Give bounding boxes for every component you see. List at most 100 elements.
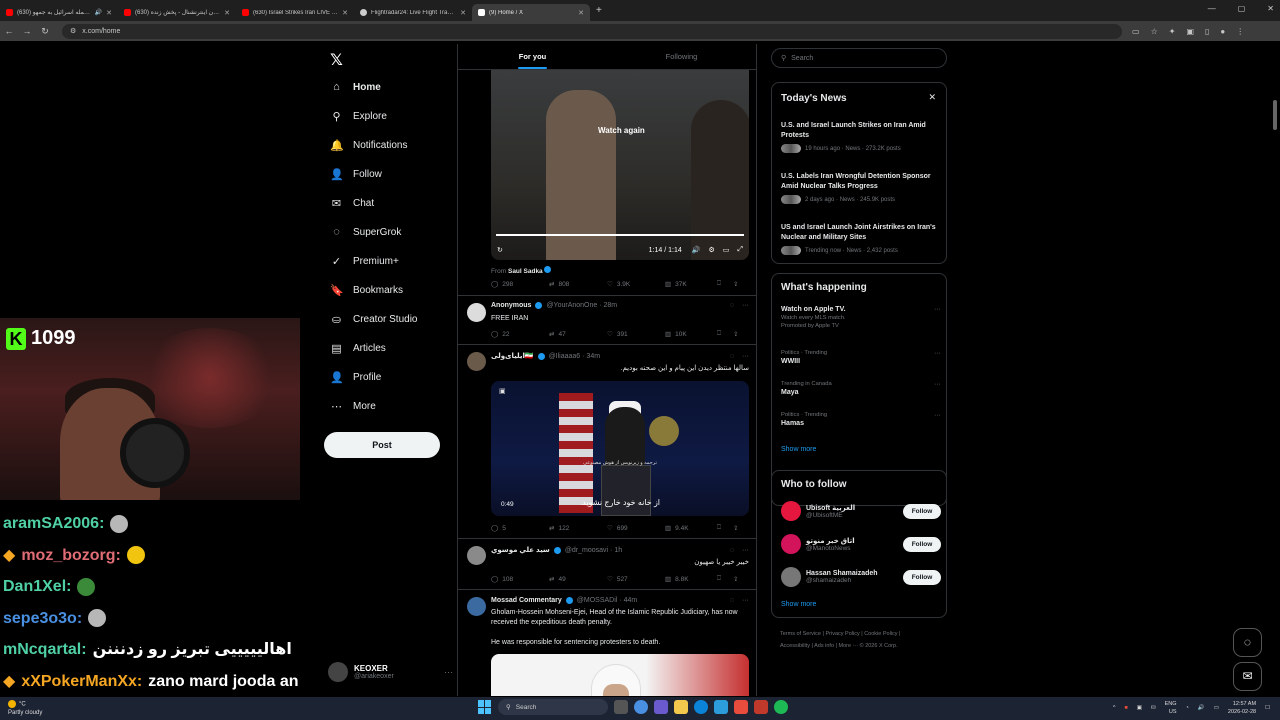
sidepanel-icon[interactable]: ▯ — [1205, 27, 1209, 36]
clock[interactable]: 12:57 AM 2026-02-28 — [1228, 700, 1256, 716]
back-icon[interactable]: ← — [0, 26, 18, 36]
share-icon[interactable]: ⇪ — [733, 330, 743, 338]
more-dots-icon[interactable]: ··· — [742, 302, 749, 309]
nav-premium[interactable]: ✓ Premium+ — [330, 255, 399, 268]
watch-again-label[interactable]: Watch again — [598, 126, 645, 135]
repost-button[interactable]: ⇄ 808 — [549, 280, 607, 289]
trend-item[interactable]: Trending in Canada Maya ··· — [781, 381, 941, 396]
app-icon[interactable] — [734, 700, 748, 714]
forward-icon[interactable]: → — [18, 26, 36, 36]
avatar[interactable] — [467, 546, 486, 565]
bookmark-icon[interactable]: ⎕ — [717, 280, 733, 288]
nav-home[interactable]: ⌂ Home — [330, 81, 381, 93]
news-item[interactable]: US and Israel Launch Joint Airstrikes on… — [781, 223, 941, 255]
close-tab-icon[interactable]: ✕ — [224, 9, 230, 17]
browser-tab-active[interactable]: (9) Home / X ✕ — [472, 4, 590, 21]
follow-button[interactable]: Follow — [903, 569, 941, 585]
bookmark-icon[interactable]: ⎕ — [717, 524, 733, 532]
replay-icon[interactable]: ↻ — [497, 246, 503, 254]
profile-icon[interactable]: ● — [1220, 27, 1225, 36]
post-button[interactable]: Post — [324, 432, 440, 458]
repost-button[interactable]: ⇄ 49 — [549, 575, 607, 584]
chrome-icon[interactable] — [634, 700, 648, 714]
follow-suggestion[interactable]: اتاق خبر منوتو @ManotoNews Follow — [781, 534, 941, 554]
extension-icon[interactable]: ✦ — [1169, 27, 1176, 36]
nav-follow[interactable]: 👤 Follow — [330, 168, 382, 181]
url-field[interactable]: ⚙ x.com/home — [62, 23, 1122, 39]
avatar[interactable] — [467, 352, 486, 371]
file-explorer-icon[interactable] — [674, 700, 688, 714]
close-tab-icon[interactable]: ✕ — [578, 9, 584, 17]
browser-tab[interactable]: (630) Israel Strikes Iran LIVE | Ea ✕ — [236, 4, 354, 21]
x-logo-icon[interactable]: 𝕏 — [330, 50, 343, 70]
bookmark-icon[interactable]: ⎕ — [717, 330, 733, 338]
promoted-trend[interactable]: Watch on Apple TV. Watch every MLS match… — [781, 306, 941, 329]
start-icon[interactable] — [478, 700, 492, 714]
mail-icon[interactable] — [754, 700, 768, 714]
nav-profile[interactable]: 👤 Profile — [330, 371, 381, 384]
browser-tab[interactable]: (630) حمله اسرائیل به جمهو...🔊✕ — [0, 4, 118, 21]
close-window-icon[interactable]: ✕ — [1267, 4, 1274, 13]
tab-for-you[interactable]: For you — [458, 44, 607, 69]
browser-tab[interactable]: (630) ایران اینترنشنال - پخش زنده ✕ — [118, 4, 236, 21]
minimize-icon[interactable]: — — [1208, 4, 1216, 13]
messages-float-button[interactable]: ✉ — [1233, 662, 1262, 691]
nav-articles[interactable]: ▤ Articles — [330, 342, 386, 355]
share-icon[interactable]: ⇪ — [733, 280, 743, 288]
close-tab-icon[interactable]: ✕ — [342, 9, 348, 17]
fullscreen-icon[interactable]: ⤢ — [737, 246, 743, 254]
news-item[interactable]: U.S. Labels Iran Wrongful Detention Spon… — [781, 172, 941, 204]
settings-icon[interactable]: ⚙ — [708, 246, 714, 254]
views-button[interactable]: ▥ 10K — [665, 330, 717, 339]
close-icon[interactable]: ✕ — [928, 92, 936, 103]
author-name[interactable]: Anonymous — [491, 302, 531, 309]
more-dots-icon[interactable]: ··· — [742, 597, 749, 604]
grok-float-button[interactable]: ◌ — [1233, 628, 1262, 657]
language-indicator[interactable]: ENG US — [1165, 700, 1177, 716]
volume-icon[interactable]: 🔊 — [692, 246, 701, 254]
show-more-link[interactable]: Show more — [781, 601, 816, 608]
reply-button[interactable]: ◯ 22 — [491, 330, 549, 339]
grok-icon[interactable]: ◌ — [730, 597, 734, 604]
author-name[interactable]: سيد علي موسوي — [491, 546, 550, 554]
repost-button[interactable]: ⇄ 122 — [549, 524, 607, 533]
app-icon[interactable] — [654, 700, 668, 714]
captions-icon[interactable]: ▣ — [499, 387, 506, 395]
account-switcher[interactable]: KEOXER @ariakeoxer ··· — [328, 662, 453, 682]
nav-creator-studio[interactable]: ⛀ Creator Studio — [330, 313, 418, 326]
edge-icon[interactable] — [694, 700, 708, 714]
like-button[interactable]: ♡ 391 — [607, 330, 665, 339]
grok-icon[interactable]: ◌ — [730, 353, 734, 360]
menu-icon[interactable]: ⋮ — [1236, 27, 1244, 36]
nav-explore[interactable]: ⚲ Explore — [330, 110, 386, 123]
follow-suggestion[interactable]: Ubisoft العربية @UbisoftME Follow — [781, 501, 941, 521]
task-view-icon[interactable] — [614, 700, 628, 714]
volume-icon[interactable]: 🔊 — [1198, 705, 1205, 711]
tray-app-icon[interactable]: ⛁ — [1151, 705, 1156, 711]
battery-icon[interactable]: ▭ — [1214, 705, 1219, 711]
video-player[interactable]: ▣ ترجمه و زیرنویس از هوش مصنوعی از خانه … — [491, 381, 749, 516]
views-button[interactable]: ▥ 8.8K — [665, 575, 717, 584]
bookmark-star-icon[interactable]: ☆ — [1151, 27, 1158, 36]
reply-button[interactable]: ◯ 298 — [491, 280, 549, 289]
follow-button[interactable]: Follow — [903, 503, 941, 519]
more-dots-icon[interactable]: ··· — [934, 350, 941, 357]
avatar[interactable] — [467, 597, 486, 616]
wifi-icon[interactable]: ◔ — [1186, 705, 1189, 711]
bookmark-icon[interactable]: ⎕ — [717, 575, 733, 583]
news-item[interactable]: U.S. and Israel Launch Strikes on Iran A… — [781, 121, 941, 153]
nav-supergrok[interactable]: ◌ SuperGrok — [330, 226, 401, 238]
follow-button[interactable]: Follow — [903, 536, 941, 552]
nav-more[interactable]: ⋯ More — [330, 400, 376, 413]
author-name[interactable]: Mossad Commentary — [491, 597, 562, 604]
browser-tab[interactable]: Flightradar24: Live Flight Tracke ✕ — [354, 4, 472, 21]
nav-chat[interactable]: ✉ Chat — [330, 197, 374, 210]
reload-icon[interactable]: ↻ — [36, 26, 54, 37]
close-tab-icon[interactable]: ✕ — [106, 9, 112, 17]
more-dots-icon[interactable]: ··· — [934, 412, 941, 419]
store-icon[interactable] — [714, 700, 728, 714]
reply-button[interactable]: ◯ 5 — [491, 524, 549, 533]
nav-notifications[interactable]: 🔔 Notifications — [330, 139, 407, 152]
source-name[interactable]: Saul Sadka — [508, 268, 543, 275]
like-button[interactable]: ♡ 527 — [607, 575, 665, 584]
